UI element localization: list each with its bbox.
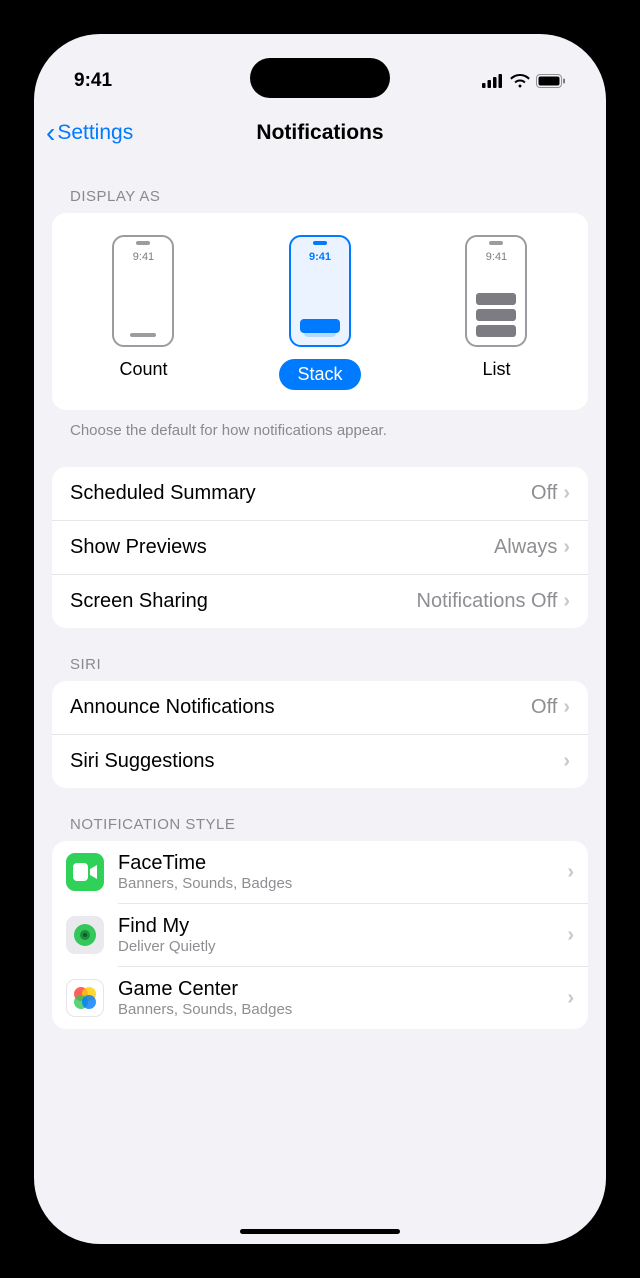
screen: 9:41 ‹ Settings Notifications [34,34,606,1244]
app-detail: Banners, Sounds, Badges [118,1001,567,1019]
display-option-list-label: List [482,359,510,380]
home-indicator[interactable] [240,1229,400,1234]
app-name: Game Center [118,977,567,1001]
chevron-right-icon: › [567,924,574,947]
notification-style-group: FaceTime Banners, Sounds, Badges › Find … [52,841,588,1029]
row-label: Show Previews [70,536,494,559]
chevron-right-icon: › [563,696,570,719]
cellular-icon [482,74,504,88]
nav-bar: ‹ Settings Notifications [34,106,606,160]
display-as-card: 9:41 Count 9:41 Stack [52,213,588,410]
section-header-siri: SIRI [52,628,588,681]
game-center-icon [66,979,104,1017]
app-name: Find My [118,914,567,938]
app-row-find-my[interactable]: Find My Deliver Quietly › [118,903,588,966]
row-show-previews[interactable]: Show Previews Always › [52,520,588,574]
row-value: Off [531,696,557,719]
display-as-footer: Choose the default for how notifications… [52,410,588,445]
row-label: Siri Suggestions [70,750,557,773]
row-value: Always [494,536,557,559]
device-frame: 9:41 ‹ Settings Notifications [20,20,620,1258]
status-indicators [482,74,566,88]
section-header-display-as: DISPLAY AS [52,160,588,213]
chevron-right-icon: › [567,861,574,884]
display-as-options: 9:41 Count 9:41 Stack [52,213,588,410]
wifi-icon [510,74,530,88]
chevron-right-icon: › [563,590,570,613]
display-option-list[interactable]: 9:41 List [465,235,527,390]
siri-group: Announce Notifications Off › Siri Sugges… [52,681,588,788]
app-row-game-center[interactable]: Game Center Banners, Sounds, Badges › [118,966,588,1029]
section-header-notification-style: NOTIFICATION STYLE [52,788,588,841]
row-value: Off [531,482,557,505]
app-row-facetime[interactable]: FaceTime Banners, Sounds, Badges › [52,841,588,903]
row-value: Notifications Off [417,590,558,613]
row-label: Screen Sharing [70,590,417,613]
row-siri-suggestions[interactable]: Siri Suggestions › [52,734,588,788]
row-screen-sharing[interactable]: Screen Sharing Notifications Off › [52,574,588,628]
mini-phone-stack: 9:41 [289,235,351,347]
battery-icon [536,74,566,88]
row-label: Scheduled Summary [70,482,531,505]
content-scroll[interactable]: DISPLAY AS 9:41 Count 9:4 [34,160,606,1244]
display-option-stack[interactable]: 9:41 Stack [279,235,360,390]
mini-phone-list: 9:41 [465,235,527,347]
mini-phone-count: 9:41 [112,235,174,347]
chevron-right-icon: › [563,750,570,773]
display-option-count[interactable]: 9:41 Count [112,235,174,390]
app-detail: Deliver Quietly [118,938,567,956]
row-scheduled-summary[interactable]: Scheduled Summary Off › [52,467,588,520]
chevron-right-icon: › [563,536,570,559]
settings-group: Scheduled Summary Off › Show Previews Al… [52,467,588,628]
chevron-right-icon: › [563,482,570,505]
app-detail: Banners, Sounds, Badges [118,875,567,893]
find-my-icon [66,916,104,954]
display-option-count-label: Count [119,359,167,380]
dynamic-island [250,58,390,98]
facetime-icon [66,853,104,891]
display-option-stack-label: Stack [279,359,360,390]
chevron-right-icon: › [567,987,574,1010]
back-button[interactable]: ‹ Settings [34,117,133,149]
status-time: 9:41 [74,70,112,92]
row-announce-notifications[interactable]: Announce Notifications Off › [52,681,588,734]
chevron-left-icon: ‹ [46,117,55,149]
row-label: Announce Notifications [70,696,531,719]
app-name: FaceTime [118,851,567,875]
back-label: Settings [57,121,133,145]
